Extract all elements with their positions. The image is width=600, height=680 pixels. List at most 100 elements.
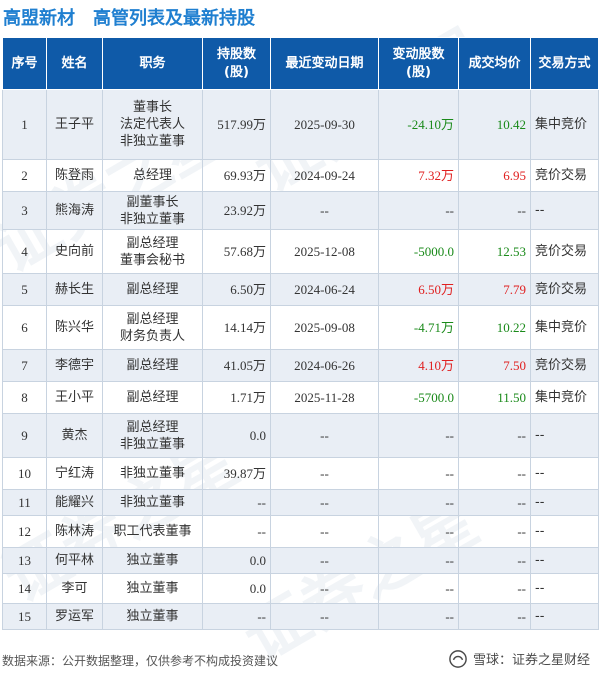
avg-price: -- (458, 191, 531, 230)
avg-price: -- (458, 603, 531, 630)
table-row: 15 罗运军 独立董事 -- -- -- -- -- (2, 603, 599, 630)
shares-held: 41.05万 (202, 349, 271, 382)
last-change-date: 2025-12-08 (270, 229, 379, 274)
trade-method: 竞价交易 (530, 273, 599, 306)
table-row: 2 陈登雨 总经理 69.93万 2024-09-24 7.32万 6.95 竞价交易 (2, 159, 599, 192)
shares-held: 6.50万 (202, 273, 271, 306)
shares-held: -- (202, 489, 271, 516)
brand-footer: 雪球：证券之星财经 (449, 649, 590, 668)
brand-label: 雪球：证券之星财经 (472, 653, 590, 668)
column-header: 成交均价 (458, 37, 531, 90)
executive-role: 副总经理 (102, 273, 203, 306)
trade-method: -- (530, 191, 599, 230)
avg-price: -- (458, 515, 531, 548)
table-row: 4 史向前 副总经理 董事会秘书 57.68万 2025-12-08 -5000.0 12.… (2, 229, 599, 274)
shares-held: -- (202, 603, 271, 630)
row-number: 2 (2, 159, 47, 192)
trade-method: -- (530, 413, 599, 458)
row-number: 15 (2, 603, 47, 630)
last-change-date: 2024-06-26 (270, 349, 379, 382)
avg-price: 10.22 (458, 305, 531, 350)
table-row: 12 陈林涛 职工代表董事 -- -- -- -- -- (2, 515, 599, 548)
share-change: -24.10万 (378, 89, 459, 160)
row-number: 14 (2, 573, 47, 604)
last-change-date: -- (270, 603, 379, 630)
shares-held: 69.93万 (202, 159, 271, 192)
avg-price: 11.50 (458, 381, 531, 414)
table-row: 3 熊海涛 副董事长 非独立董事 23.92万 -- -- -- -- (2, 191, 599, 230)
executive-name: 王小平 (46, 381, 103, 414)
column-header: 最近变动日期 (270, 37, 379, 90)
last-change-date: 2025-11-28 (270, 381, 379, 414)
table-row: 13 何平林 独立董事 0.0 -- -- -- -- (2, 547, 599, 574)
executive-name: 黄杰 (46, 413, 103, 458)
trade-method: 集中竞价 (530, 305, 599, 350)
executive-name: 史向前 (46, 229, 103, 274)
column-header: 职务 (102, 37, 203, 90)
share-change: -- (378, 413, 459, 458)
executive-role: 非独立董事 (102, 457, 203, 490)
avg-price: -- (458, 573, 531, 604)
table-row: 5 赫长生 副总经理 6.50万 2024-06-24 6.50万 7.79 竞价交易 (2, 273, 599, 306)
row-number: 11 (2, 489, 47, 516)
avg-price: 6.95 (458, 159, 531, 192)
share-change: -- (378, 573, 459, 604)
trade-method: -- (530, 573, 599, 604)
executive-name: 能耀兴 (46, 489, 103, 516)
table-row: 8 王小平 副总经理 1.71万 2025-11-28 -5700.0 11.50 集中竞价 (2, 381, 599, 414)
avg-price: -- (458, 547, 531, 574)
row-number: 9 (2, 413, 47, 458)
trade-method: -- (530, 457, 599, 490)
last-change-date: -- (270, 191, 379, 230)
row-number: 6 (2, 305, 47, 350)
executive-name: 陈登雨 (46, 159, 103, 192)
avg-price: -- (458, 457, 531, 490)
executive-name: 宁红涛 (46, 457, 103, 490)
executive-name: 王子平 (46, 89, 103, 160)
share-change: -- (378, 457, 459, 490)
executives-table: 序号 姓名 职务 持股数 (股) 最近变动日期 变动股数 (股) 成交均价 交易方式 1 王子平… (2, 37, 599, 630)
last-change-date: -- (270, 457, 379, 490)
executive-role: 独立董事 (102, 547, 203, 574)
column-header: 交易方式 (530, 37, 599, 90)
executive-role: 董事长 法定代表人 非独立董事 (102, 89, 203, 160)
executive-role: 副总经理 (102, 349, 203, 382)
row-number: 12 (2, 515, 47, 548)
row-number: 10 (2, 457, 47, 490)
executive-name: 何平林 (46, 547, 103, 574)
executive-name: 赫长生 (46, 273, 103, 306)
executive-role: 副总经理 财务负责人 (102, 305, 203, 350)
avg-price: -- (458, 413, 531, 458)
page-title: 高管列表及最新持股 (93, 8, 255, 29)
avg-price: 12.53 (458, 229, 531, 274)
row-number: 8 (2, 381, 47, 414)
last-change-date: -- (270, 413, 379, 458)
share-change: -- (378, 603, 459, 630)
table-row: 1 王子平 董事长 法定代表人 非独立董事 517.99万 2025-09-30 -24.… (2, 89, 599, 160)
trade-method: 集中竞价 (530, 381, 599, 414)
executive-role: 职工代表董事 (102, 515, 203, 548)
executive-role: 副董事长 非独立董事 (102, 191, 203, 230)
executive-role: 非独立董事 (102, 489, 203, 516)
executive-name: 罗运军 (46, 603, 103, 630)
shares-held: 23.92万 (202, 191, 271, 230)
row-number: 4 (2, 229, 47, 274)
executive-role: 副总经理 (102, 381, 203, 414)
row-number: 7 (2, 349, 47, 382)
executive-name: 熊海涛 (46, 191, 103, 230)
column-header: 序号 (2, 37, 47, 90)
row-number: 1 (2, 89, 47, 160)
table-row: 6 陈兴华 副总经理 财务负责人 14.14万 2025-09-08 -4.71万 10.2… (2, 305, 599, 350)
last-change-date: -- (270, 489, 379, 516)
table-row: 14 李可 独立董事 0.0 -- -- -- -- (2, 573, 599, 604)
share-change: -5000.0 (378, 229, 459, 274)
shares-held: 0.0 (202, 547, 271, 574)
trade-method: -- (530, 603, 599, 630)
shares-held: 517.99万 (202, 89, 271, 160)
executive-name: 李可 (46, 573, 103, 604)
executive-role: 独立董事 (102, 573, 203, 604)
share-change: 4.10万 (378, 349, 459, 382)
shares-held: 39.87万 (202, 457, 271, 490)
share-change: -4.71万 (378, 305, 459, 350)
avg-price: 10.42 (458, 89, 531, 160)
